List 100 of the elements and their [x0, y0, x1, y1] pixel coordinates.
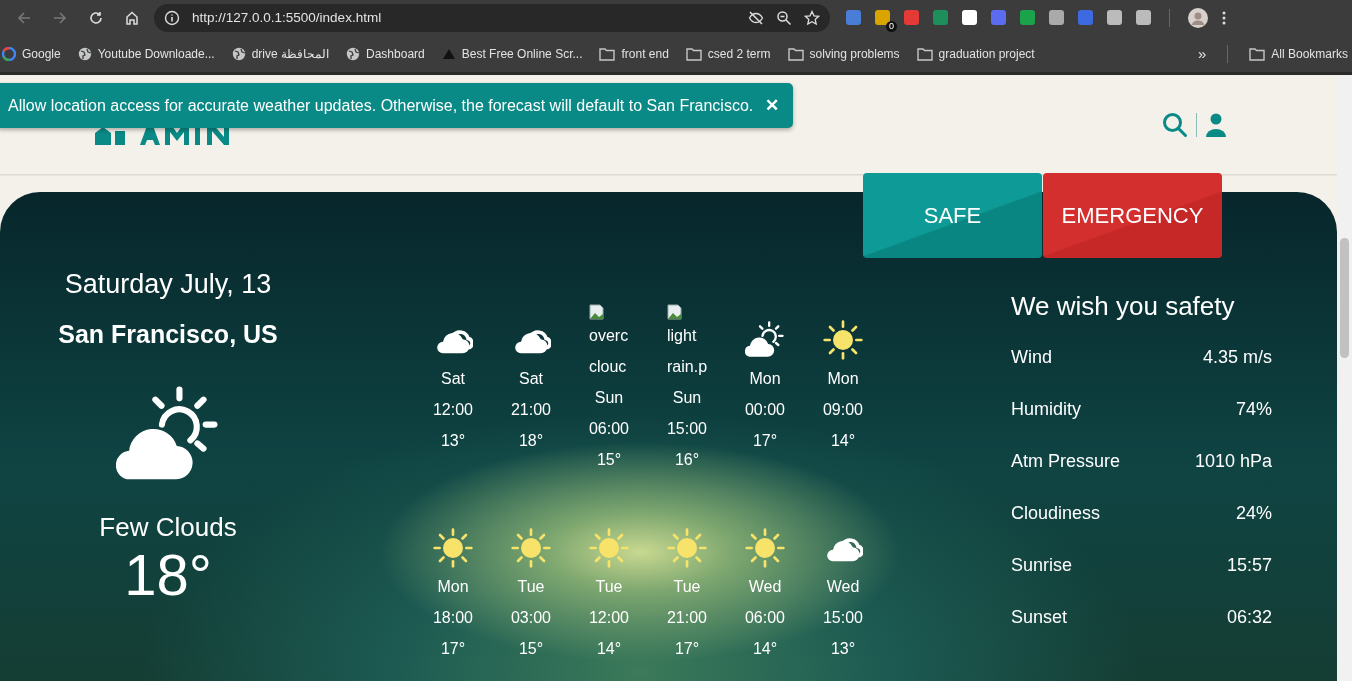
forecast-temperature: 17°	[674, 639, 700, 659]
forecast-day: Tue	[517, 571, 545, 602]
bookmark[interactable]: Dashboard	[346, 46, 425, 61]
detail-label: Wind	[1011, 347, 1052, 368]
globe-icon	[346, 46, 361, 61]
current-date: Saturday July, 13	[64, 269, 272, 300]
all-bookmarks-folder[interactable]: All Bookmarks	[1249, 46, 1348, 61]
back-icon[interactable]	[17, 10, 31, 25]
forecast-temperature: 17°	[752, 431, 778, 451]
emergency-button[interactable]: EMERGENCY	[1043, 173, 1222, 258]
detail-value: 4.35 m/s	[1202, 347, 1272, 368]
bookmark[interactable]: drive المحافظة	[231, 46, 330, 61]
star-icon[interactable]	[804, 9, 820, 26]
forecast-temperature: 14°	[596, 639, 622, 659]
detail-value: 24%	[1235, 503, 1272, 524]
detail-label: Atm Pressure	[1011, 451, 1121, 472]
sun-icon	[433, 528, 473, 568]
current-temperature: 18°	[124, 543, 212, 607]
detail-value: 06:32	[1226, 607, 1272, 628]
info-icon[interactable]	[164, 9, 180, 26]
forecast-temperature: 15°	[518, 639, 544, 659]
reload-icon[interactable]	[89, 10, 103, 25]
forecast-temperature: 14°	[830, 431, 856, 451]
toast-message: Allow location access for accurate weather updates. Otherwise, the forecast will default to San Francisco.	[8, 96, 754, 115]
bookmark[interactable]: Youtube Downloade...	[77, 46, 215, 61]
forecast-day: Sat	[519, 363, 543, 394]
bookmark[interactable]: front end	[599, 46, 669, 61]
home-icon[interactable]	[125, 10, 139, 25]
close-button[interactable]: ✕	[765, 95, 780, 116]
globe-icon	[231, 46, 246, 61]
avatar-icon[interactable]	[1188, 7, 1208, 28]
detail-label: Sunset	[1011, 607, 1068, 628]
details-title: We wish you safety	[1011, 291, 1236, 322]
forecast-temperature: 16°	[674, 450, 700, 470]
menu-icon[interactable]	[1222, 10, 1226, 25]
detail-value: 74%	[1235, 399, 1272, 420]
sun-icon	[511, 528, 551, 568]
forecast-day: Mon	[749, 363, 781, 394]
city-name: San Francisco, US	[58, 320, 278, 349]
forecast-day: Mon	[437, 571, 469, 602]
sun-icon	[589, 528, 629, 568]
forecast-time: 12:00	[432, 400, 473, 420]
forecast-day: Tue	[595, 571, 623, 602]
forecast-temperature: 13°	[830, 639, 856, 659]
detail-label: Cloudiness	[1011, 503, 1101, 524]
sun-behind-cloud-icon	[745, 320, 785, 360]
forecast-temperature: 18°	[518, 431, 544, 451]
forecast-time: 15:00	[822, 608, 863, 628]
forecast-time: 06:00	[588, 419, 629, 439]
url-text: http://127.0.0.1:5500/index.html	[192, 10, 383, 25]
more-bookmarks-button[interactable]: »	[1197, 45, 1207, 62]
broken-image-icon	[667, 304, 683, 320]
bookmark[interactable]: Google	[2, 46, 61, 61]
eye-slash-icon[interactable]	[748, 9, 764, 26]
forecast-day: Mon	[827, 363, 859, 394]
sun-icon	[823, 320, 863, 360]
weather-description: Few Clouds	[99, 512, 237, 543]
forecast-time: 21:00	[666, 608, 707, 628]
forecast-temperature: 17°	[440, 639, 466, 659]
extension-icon[interactable]	[875, 10, 890, 25]
folder-icon	[916, 46, 933, 61]
forecast-time: 21:00	[510, 400, 551, 420]
image-alt-text: overc	[589, 326, 629, 346]
sun-icon	[667, 528, 707, 568]
folder-icon	[1249, 46, 1266, 61]
scrollbar[interactable]	[1337, 75, 1352, 681]
bookmark[interactable]: Best Free Online Scr...	[441, 46, 583, 61]
image-alt-text: light	[667, 326, 698, 346]
forecast-time: 06:00	[744, 608, 785, 628]
forecast-temperature: 15°	[596, 450, 622, 470]
bookmark[interactable]: graduation project	[916, 46, 1035, 61]
detail-label: Sunrise	[1011, 555, 1073, 576]
forecast-day: Wed	[748, 571, 782, 602]
forecast-day: Sun	[672, 382, 702, 413]
forecast-day: Sat	[441, 363, 465, 394]
globe-icon	[77, 46, 92, 61]
search-icon[interactable]	[1162, 111, 1188, 138]
folder-icon	[685, 46, 702, 61]
user-icon[interactable]	[1205, 112, 1227, 137]
forward-icon[interactable]	[53, 10, 67, 25]
image-alt-text: rain.p	[667, 357, 707, 377]
google-icon	[2, 46, 16, 61]
address-bar[interactable]: http://127.0.0.1:5500/index.html	[154, 3, 830, 32]
sun-icon	[745, 528, 785, 568]
forecast-day: Sun	[594, 382, 624, 413]
zoom-icon[interactable]	[776, 9, 792, 26]
forecast-temperature: 13°	[440, 431, 466, 451]
forecast-day: Tue	[673, 571, 701, 602]
detail-value: 1010 hPa	[1194, 451, 1272, 472]
forecast-time: 00:00	[744, 400, 785, 420]
forecast-time: 12:00	[588, 608, 629, 628]
forecast-time: 03:00	[510, 608, 551, 628]
bookmark[interactable]: solving problems	[787, 46, 900, 61]
folder-icon	[787, 46, 804, 61]
detail-value: 15:57	[1226, 555, 1272, 576]
forecast-time: 18:00	[432, 608, 473, 628]
forecast-time: 09:00	[822, 400, 863, 420]
folder-icon	[599, 46, 616, 61]
image-alt-text: clouc	[589, 357, 628, 377]
bookmark[interactable]: csed 2 term	[685, 46, 771, 61]
